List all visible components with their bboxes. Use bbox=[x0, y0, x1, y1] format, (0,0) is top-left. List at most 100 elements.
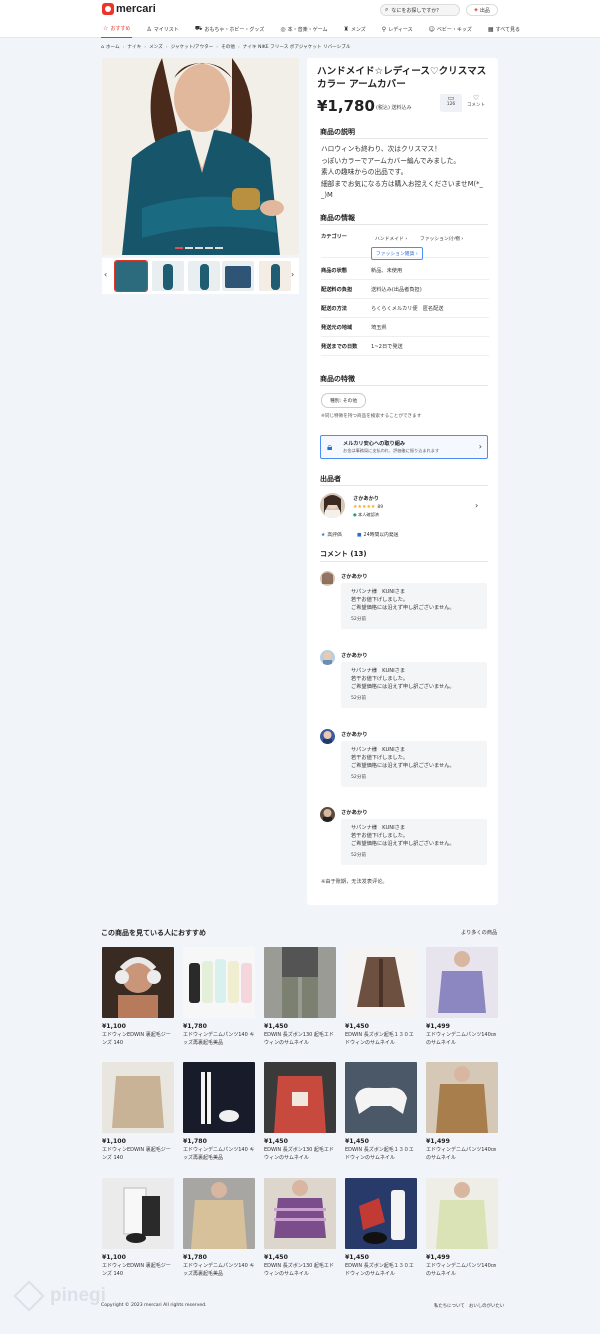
breadcrumb-link[interactable]: メンズ bbox=[149, 44, 163, 50]
commenter-name[interactable]: さかあかり bbox=[341, 808, 368, 816]
product-main-photo[interactable] bbox=[102, 58, 299, 255]
nav-tab-toys[interactable]: ⛟ おもちゃ・ホビー・グッズ bbox=[193, 20, 267, 38]
info-key: 商品の状態 bbox=[321, 267, 347, 274]
safety-banner[interactable]: 🔒︎ メルカリ安心への取り組み お金は事務局に支払われ、評価後に振り込まれます … bbox=[320, 435, 488, 459]
commenter-avatar[interactable] bbox=[320, 729, 335, 744]
search-input[interactable]: ⌕ なにをお探しですか？ bbox=[380, 4, 460, 16]
product-card[interactable]: ¥1,450 EDWIN 長ズボン起毛１３０エドウィンのサムネイル bbox=[345, 1178, 417, 1278]
commenter-avatar[interactable] bbox=[320, 571, 335, 586]
breadcrumb-link[interactable]: ジャケット/アウター bbox=[171, 44, 214, 50]
photo-pagination-dots bbox=[175, 247, 225, 249]
info-row: 発送までの日数 1~2日で発送 bbox=[321, 337, 489, 356]
product-card[interactable]: ¥1,780 エドウィンデニムパンツ140 キッズ再裏起毛美品 bbox=[183, 1178, 255, 1278]
thumbnail[interactable] bbox=[114, 260, 148, 292]
nav-tab-recommended[interactable]: ☆ おすすめ bbox=[101, 20, 133, 38]
product-card[interactable]: ¥1,100 エドウィンEDWIN 裏起毛ジーンズ 140 bbox=[102, 1178, 174, 1278]
product-name: エドウィンデニムパンツ140 キッズ再裏起毛美品 bbox=[183, 1147, 255, 1161]
watermark-text: pinegi bbox=[50, 1285, 106, 1306]
product-name: EDWIN 長ズボン起毛１３０エドウィンのサムネイル bbox=[345, 1147, 414, 1161]
sell-button[interactable]: ◈ 出品 bbox=[466, 4, 498, 16]
safety-title: メルカリ安心への取り組み bbox=[343, 441, 406, 447]
product-price: ¥1,499 bbox=[426, 1254, 450, 1261]
logo-text: mercari bbox=[116, 3, 156, 15]
category-tag[interactable]: ハンドメイド › bbox=[371, 233, 411, 244]
baby-icon: ☺ bbox=[428, 25, 435, 33]
commenter-name[interactable]: さかあかり bbox=[341, 651, 368, 659]
nav-tab-mylist[interactable]: ♙ マイリスト bbox=[144, 20, 180, 38]
description-heading: 商品の説明 bbox=[320, 128, 355, 136]
product-card[interactable]: ¥1,780 エドウィンデニムパンツ140 キッズ再裏起毛美品 bbox=[183, 1062, 255, 1162]
commenter-avatar[interactable] bbox=[320, 807, 335, 822]
more-products-link[interactable]: より多くの商品 bbox=[461, 929, 497, 936]
commenter-name[interactable]: さかあかり bbox=[341, 572, 368, 580]
photo-thumbnails: ‹ › bbox=[102, 258, 299, 294]
product-name: エドウィンデニムパンツ140㎝のサムネイル bbox=[426, 1032, 496, 1046]
chevron-right-icon[interactable]: › bbox=[475, 501, 478, 510]
nav-tab-baby[interactable]: ☺ ベビー・キッズ bbox=[427, 20, 474, 38]
heart-icon: ♡ bbox=[472, 94, 480, 102]
mercari-logo[interactable]: mercari bbox=[102, 3, 156, 15]
breadcrumb-link[interactable]: ナイキ bbox=[127, 44, 141, 50]
product-image bbox=[183, 1062, 255, 1133]
category-tag[interactable]: ファッション雑貨 › bbox=[371, 247, 423, 260]
nav-label: すべて見る bbox=[495, 26, 521, 33]
product-card[interactable]: ¥1,499 エドウィンデニムパンツ140㎝のサムネイル bbox=[426, 1062, 498, 1162]
info-key: 配送料の負担 bbox=[321, 286, 353, 293]
nav-tab-mens[interactable]: ♜ メンズ bbox=[342, 20, 368, 38]
seller-verified: ● 本人確認済 bbox=[353, 512, 379, 517]
like-button[interactable]: ♡ コメント bbox=[465, 94, 487, 112]
nav-tab-books[interactable]: ◎ 本・音楽・ゲーム bbox=[278, 20, 329, 38]
product-price: ¥1,450 bbox=[264, 1023, 288, 1030]
info-key: 発送までの日数 bbox=[321, 343, 358, 350]
product-card[interactable]: ¥1,100 エドウィンEDWIN 裏起毛ジーンズ 140 bbox=[102, 1062, 174, 1162]
footer-links[interactable]: 私たちについて おいしのがいたい bbox=[434, 1303, 504, 1309]
share-button[interactable]: ▭ 126 bbox=[440, 94, 462, 112]
product-card[interactable]: ¥1,450 EDWIN 長ズボン起毛１３０エドウィンのサムネイル bbox=[345, 947, 417, 1047]
breadcrumb-link[interactable]: ホーム bbox=[106, 44, 120, 50]
product-price: ¥1,499 bbox=[426, 1023, 450, 1030]
seller-name[interactable]: さかあかり bbox=[353, 495, 379, 502]
commenter-name[interactable]: さかあかり bbox=[341, 730, 368, 738]
chevron-left-icon[interactable]: ‹ bbox=[104, 270, 107, 279]
thumbnail[interactable] bbox=[152, 261, 184, 291]
comment-text: 若干お値下げしました。 bbox=[351, 833, 409, 839]
category-tag[interactable]: ファッション/小物 › bbox=[416, 233, 467, 244]
comment-time: 52分前 bbox=[351, 853, 367, 858]
product-card[interactable]: ¥1,450 EDWIN 長ズボン130 起毛エドウィンのサムネイル bbox=[264, 947, 336, 1047]
nav-tab-all[interactable]: ▦ すべて見る bbox=[486, 20, 522, 38]
thumbnail[interactable] bbox=[188, 261, 220, 291]
product-card[interactable]: ¥1,499 エドウィンデニムパンツ140㎝のサムネイル bbox=[426, 1178, 498, 1278]
nav-label: 本・音楽・ゲーム bbox=[287, 26, 328, 33]
recommend-heading: この商品を見ている人におすすめ bbox=[101, 929, 206, 937]
comment-text: サパンナ様 KUNIさま bbox=[351, 825, 406, 831]
product-card[interactable]: ¥1,450 EDWIN 長ズボン起毛１３０エドウィンのサムネイル bbox=[345, 1062, 417, 1162]
nav-label: おすすめ bbox=[110, 26, 131, 32]
product-card[interactable]: ¥1,450 EDWIN 長ズボン130 起毛エドウィンのサムネイル bbox=[264, 1178, 336, 1278]
product-name: EDWIN 長ズボン130 起毛エドウィンのサムネイル bbox=[264, 1263, 334, 1277]
product-card[interactable]: ¥1,450 EDWIN 長ズボン130 起毛エドウィンのサムネイル bbox=[264, 1062, 336, 1162]
product-card[interactable]: ¥1,780 エドウィンデニムパンツ140 キッズ再裏起毛美品 bbox=[183, 947, 255, 1047]
thumbnail[interactable] bbox=[222, 261, 254, 291]
seller-avatar[interactable] bbox=[320, 493, 345, 518]
feature-tag[interactable]: 種別: その他 bbox=[321, 393, 367, 408]
lock-icon: 🔒︎ bbox=[327, 442, 333, 453]
product-image bbox=[264, 1062, 336, 1133]
commenter-avatar[interactable] bbox=[320, 650, 335, 665]
chevron-right-icon[interactable]: › bbox=[291, 270, 294, 279]
product-image bbox=[183, 1178, 255, 1249]
comment-bubble: サパンナ様 KUNIさま 若干お値下げしました。 ご希望価格には沿えず申し訳ござ… bbox=[341, 819, 487, 865]
breadcrumb-link[interactable]: その他 bbox=[221, 44, 235, 50]
thumbnail[interactable] bbox=[259, 261, 291, 291]
nav-tab-ladies[interactable]: ⚲ レディース bbox=[380, 20, 415, 38]
product-card[interactable]: ¥1,100 エドウィンEDWIN 裏起毛ジーンズ 140 bbox=[102, 947, 174, 1047]
info-row: 商品の状態 新品、未使用 bbox=[321, 261, 489, 280]
product-image bbox=[102, 947, 174, 1018]
product-name: エドウィンEDWIN 裏起毛ジーンズ 140 bbox=[102, 1263, 171, 1277]
comment-icon: ▭ bbox=[447, 94, 455, 102]
rating-stars-icon: ★★★★★ bbox=[353, 504, 376, 510]
product-image bbox=[264, 1178, 336, 1249]
product-image bbox=[426, 1178, 498, 1249]
product-name: エドウィンEDWIN 裏起毛ジーンズ 140 bbox=[102, 1032, 171, 1046]
seller-badge: ★ 高評価 bbox=[321, 533, 342, 538]
product-card[interactable]: ¥1,499 エドウィンデニムパンツ140㎝のサムネイル bbox=[426, 947, 498, 1047]
